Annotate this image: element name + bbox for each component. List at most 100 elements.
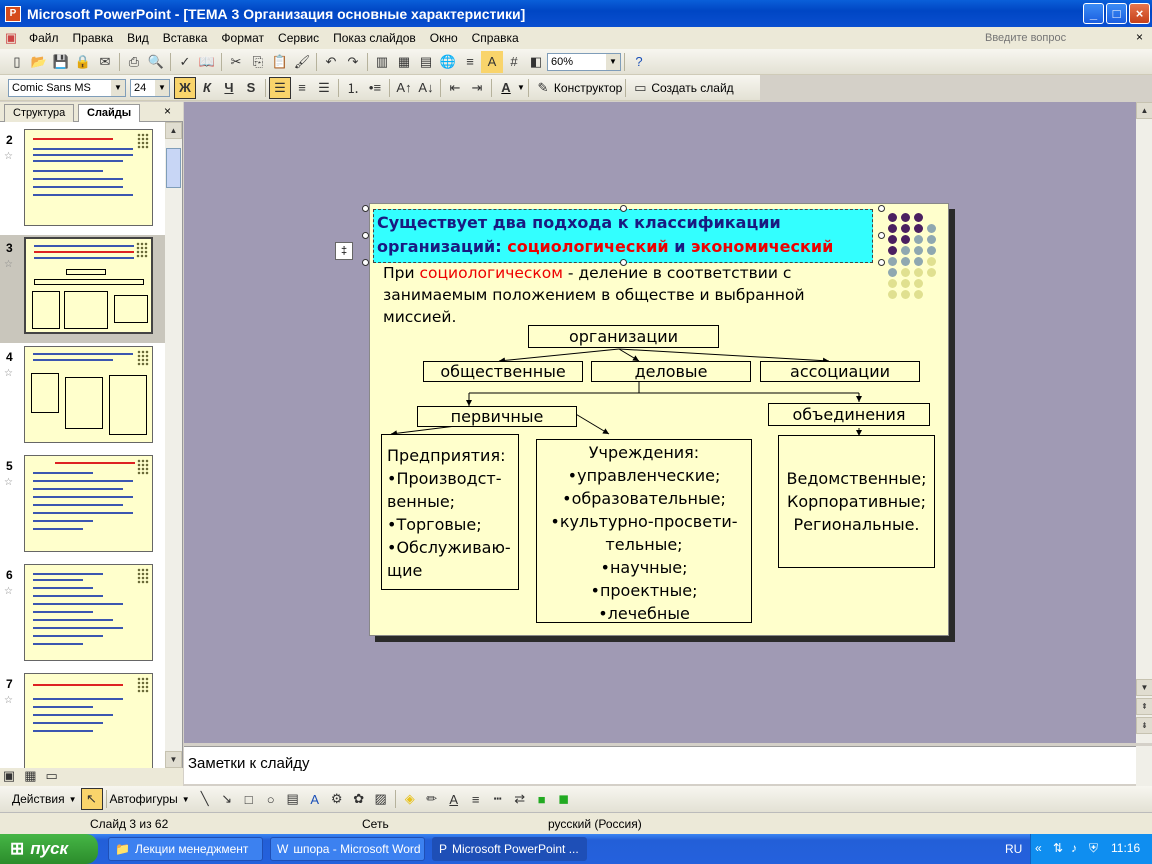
line-style-icon[interactable]: ≡ (465, 788, 487, 810)
task-powerpoint[interactable]: P Microsoft PowerPoint ... (432, 837, 587, 861)
powerpoint-app-icon[interactable]: P (5, 5, 21, 22)
menu-insert[interactable]: Вставка (156, 31, 215, 45)
italic-button[interactable]: К (196, 77, 218, 99)
menu-tools[interactable]: Сервис (271, 31, 326, 45)
shadow-style-icon[interactable]: ■ (531, 788, 553, 810)
underline-button[interactable]: Ч (218, 77, 240, 99)
3d-style-icon[interactable]: ◼ (553, 788, 575, 810)
slide-thumb[interactable]: 4 ☆ (0, 344, 165, 452)
show-formatting-icon[interactable]: A (481, 50, 503, 73)
arrow-icon[interactable]: ↘ (216, 788, 238, 810)
bullets-icon[interactable]: •≡ (364, 77, 386, 99)
decrease-font-icon[interactable]: A↓ (415, 77, 437, 99)
menu-window[interactable]: Окно (423, 31, 465, 45)
insert-hyperlink-icon[interactable]: 🌐 (437, 51, 459, 73)
format-painter-icon[interactable]: 🖌 (291, 51, 313, 73)
paste-icon[interactable]: 📋 (269, 51, 291, 73)
line-icon[interactable]: ╲ (194, 788, 216, 810)
menu-view[interactable]: Вид (120, 31, 156, 45)
oval-icon[interactable]: ○ (260, 788, 282, 810)
normal-view-icon[interactable]: ▣ (0, 768, 18, 784)
rectangle-icon[interactable]: □ (238, 788, 260, 810)
close-panel-icon[interactable]: × (164, 104, 171, 118)
thumb-image[interactable] (24, 455, 153, 552)
menu-file[interactable]: Файл (22, 31, 66, 45)
network-icon[interactable]: ⇅ (1053, 841, 1063, 855)
save-icon[interactable]: 💾 (50, 51, 72, 73)
document-icon[interactable]: ▣ (0, 27, 22, 49)
volume-icon[interactable]: ♪ (1071, 841, 1077, 855)
designer-button[interactable]: Конструктор (554, 81, 622, 95)
thumb-image[interactable] (24, 129, 153, 226)
scroll-up-icon[interactable]: ▲ (1136, 102, 1152, 119)
slide-thumb[interactable]: 7 ☆ (0, 671, 165, 768)
scroll-up-icon[interactable]: ▲ (165, 122, 182, 139)
shadow-button[interactable]: S (240, 77, 262, 99)
close-doc-icon[interactable]: × (1136, 30, 1143, 44)
open-icon[interactable]: 📂 (28, 51, 50, 73)
maximize-button[interactable]: □ (1106, 3, 1127, 24)
align-left-icon[interactable]: ☰ (269, 76, 291, 99)
thumb-image[interactable] (24, 346, 153, 443)
print-icon[interactable]: ⎙ (123, 51, 145, 73)
slide-sorter-icon[interactable]: ▦ (21, 768, 39, 784)
menu-help[interactable]: Справка (465, 31, 526, 45)
email-icon[interactable]: ✉ (94, 51, 116, 73)
insert-chart-icon[interactable]: ▥ (371, 51, 393, 73)
font-color-icon[interactable]: A (495, 77, 517, 99)
menu-edit[interactable]: Правка (66, 31, 121, 45)
panel-scrollbar[interactable]: ▲ ▼ (165, 122, 182, 768)
new-slide-button[interactable]: Создать слайд (651, 81, 733, 95)
insert-table-icon[interactable]: ▦ (393, 51, 415, 73)
font-select[interactable]: Comic Sans MS ▼ (8, 78, 126, 97)
thumb-image[interactable] (24, 564, 153, 661)
bold-button[interactable]: Ж (174, 76, 196, 99)
thumb-image[interactable] (24, 673, 153, 768)
undo-icon[interactable]: ↶ (320, 51, 342, 73)
task-word[interactable]: Wшпора - Microsoft Word (270, 837, 425, 861)
textbox-icon[interactable]: ▤ (282, 788, 304, 810)
new-icon[interactable]: ▯ (6, 51, 28, 73)
start-button[interactable]: ⊞ пуск (0, 834, 98, 864)
slide-thumb[interactable]: 5 ☆ (0, 453, 165, 561)
menu-format[interactable]: Формат (214, 31, 271, 45)
arrow-style-icon[interactable]: ⇄ (509, 788, 531, 810)
resize-handle[interactable] (362, 232, 369, 239)
numbering-icon[interactable]: ⒈ (342, 77, 364, 99)
scroll-thumb[interactable] (166, 148, 181, 188)
grid-icon[interactable]: # (503, 51, 525, 73)
zoom-select[interactable]: 60% ▼ (547, 52, 621, 71)
notes-scrollbar[interactable] (1136, 746, 1152, 786)
slide-thumb-selected[interactable]: 3 ☆ (0, 235, 165, 343)
scroll-down-icon[interactable]: ▼ (1136, 679, 1152, 696)
align-center-icon[interactable]: ≡ (291, 77, 313, 99)
tables-borders-icon[interactable]: ▤ (415, 51, 437, 73)
dash-style-icon[interactable]: ┅ (487, 788, 509, 810)
help-icon[interactable]: ? (628, 51, 650, 73)
keyboard-language[interactable]: RU (1005, 842, 1022, 856)
resize-handle[interactable] (362, 205, 369, 212)
slide-thumb[interactable]: 6 ☆ (0, 562, 165, 670)
picture-icon[interactable]: ▨ (370, 788, 392, 810)
minimize-button[interactable]: _ (1083, 3, 1104, 24)
font-color-draw-icon[interactable]: A (443, 788, 465, 810)
research-icon[interactable]: 📖 (196, 51, 218, 73)
task-folder[interactable]: 📁 Лекции менеджмент (108, 837, 263, 861)
scroll-down-icon[interactable]: ▼ (165, 751, 182, 768)
spelling-icon[interactable]: ✓ (174, 51, 196, 73)
thumb-image[interactable] (24, 237, 153, 334)
autoshapes-dropdown-icon[interactable]: ▼ (182, 795, 190, 804)
autofit-options-icon[interactable]: ‡ (335, 242, 353, 260)
cut-icon[interactable]: ✂ (225, 51, 247, 73)
notes-pane[interactable]: Заметки к слайду (184, 746, 1136, 784)
permission-icon[interactable]: 🔒 (72, 51, 94, 73)
new-slide-icon[interactable]: ▭ (629, 77, 651, 99)
tray-expand-icon[interactable]: « (1035, 841, 1042, 855)
redo-icon[interactable]: ↷ (342, 51, 364, 73)
color-grayscale-icon[interactable]: ◧ (525, 51, 547, 73)
increase-indent-icon[interactable]: ⇥ (466, 77, 488, 99)
clipart-icon[interactable]: ✿ (348, 788, 370, 810)
line-color-icon[interactable]: ✏ (421, 788, 443, 810)
font-color-dropdown-icon[interactable]: ▼ (517, 83, 525, 92)
close-button[interactable]: × (1129, 3, 1150, 24)
